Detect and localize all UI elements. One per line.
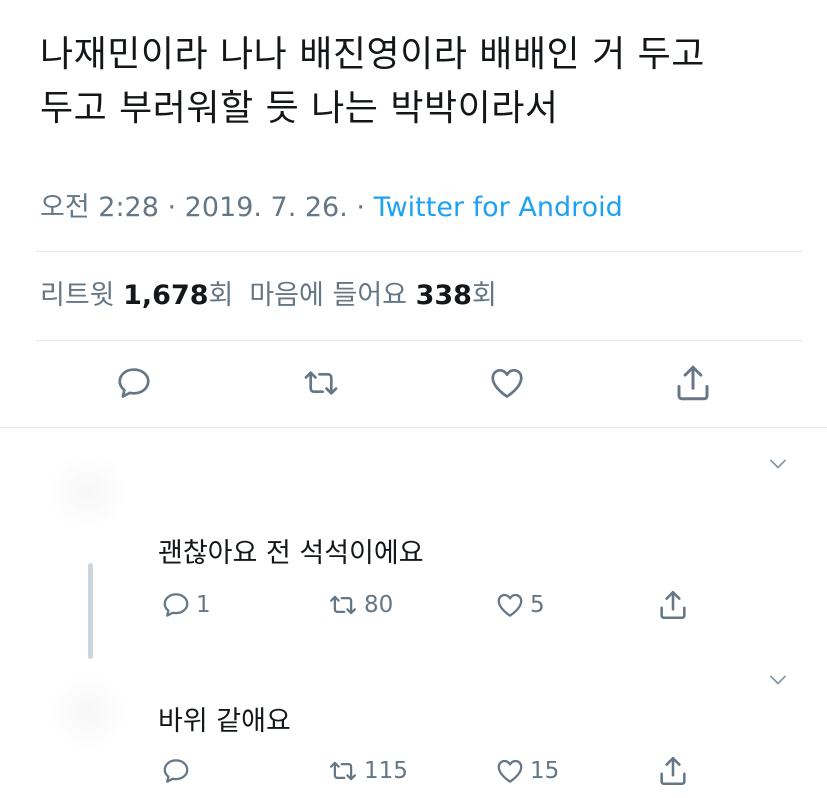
reply-count: 1: [196, 592, 211, 618]
reply-2-like-button[interactable]: 15: [494, 756, 559, 786]
avatar[interactable]: [48, 452, 128, 532]
reply-2-retweet-button[interactable]: 115: [326, 756, 408, 786]
reply-icon: [163, 593, 189, 617]
divider: [0, 427, 827, 428]
retweet-icon: [330, 595, 356, 615]
tweet-stats: 리트윗 1,678회 마음에 들어요 338회: [40, 276, 497, 316]
reply-icon: [163, 759, 189, 783]
reply-1-share-button[interactable]: [656, 588, 690, 622]
heart-icon: [497, 593, 523, 617]
retweet-button[interactable]: [300, 364, 342, 402]
reply-1-retweet-button[interactable]: 80: [326, 590, 393, 620]
retweet-icon: [330, 761, 356, 781]
tweet-date: 2019. 7. 26.: [184, 192, 348, 223]
tweet-source-link[interactable]: Twitter for Android: [374, 192, 623, 223]
heart-icon: [491, 368, 523, 398]
reply-2-share-button[interactable]: [656, 754, 690, 788]
reply-icon: [118, 368, 150, 398]
tweet-text-line-1: 나재민이라 나나 배진영이라 배배인 거 두고: [40, 34, 705, 75]
retweet-icon: [304, 371, 338, 395]
chevron-down-icon: [770, 675, 786, 685]
like-button[interactable]: [487, 364, 527, 402]
tweet-text-line-2: 두고 부러워할 듯 나는 박박이라서: [40, 88, 559, 129]
meta-separator: ·: [158, 192, 185, 223]
retweets-count: 1,678: [123, 280, 209, 311]
chevron-down-icon: [770, 459, 786, 469]
divider: [36, 251, 803, 252]
reply-1-like-button[interactable]: 5: [494, 590, 545, 620]
reply-menu-button[interactable]: [764, 452, 792, 480]
reply-menu-button[interactable]: [764, 668, 792, 696]
retweet-count: 115: [364, 758, 408, 784]
tweet-text: 나재민이라 나나 배진영이라 배배인 거 두고 두고 부러워할 듯 나는 박박이…: [40, 28, 800, 136]
reply-button[interactable]: [114, 364, 154, 402]
like-count: 5: [530, 592, 545, 618]
tweet-meta: 오전 2:28 · 2019. 7. 26. · Twitter for And…: [40, 188, 623, 228]
divider: [36, 340, 803, 341]
likes-unit: 회: [471, 280, 497, 311]
meta-separator: ·: [347, 192, 374, 223]
retweets-unit: 회: [208, 280, 234, 311]
retweets-stat[interactable]: 리트윗 1,678회: [40, 280, 233, 311]
share-icon: [660, 756, 686, 786]
reply-1-reply-button[interactable]: 1: [160, 590, 211, 620]
thread-line: [88, 563, 93, 659]
reply-text: 괜찮아요 전 석석이에요: [158, 538, 424, 569]
reply-text: 바위 같애요: [158, 706, 291, 737]
likes-stat[interactable]: 마음에 들어요 338회: [249, 280, 496, 311]
heart-icon: [497, 759, 523, 783]
like-count: 15: [530, 758, 560, 784]
retweet-count: 80: [364, 592, 394, 618]
retweets-label: 리트윗: [40, 280, 115, 311]
share-button[interactable]: [672, 362, 714, 404]
reply-2-reply-button[interactable]: [160, 756, 196, 786]
avatar[interactable]: [48, 672, 128, 752]
likes-count: 338: [415, 280, 472, 311]
share-icon: [677, 365, 709, 401]
likes-label: 마음에 들어요: [249, 280, 407, 311]
share-icon: [660, 590, 686, 620]
tweet-time: 오전 2:28: [40, 192, 159, 223]
